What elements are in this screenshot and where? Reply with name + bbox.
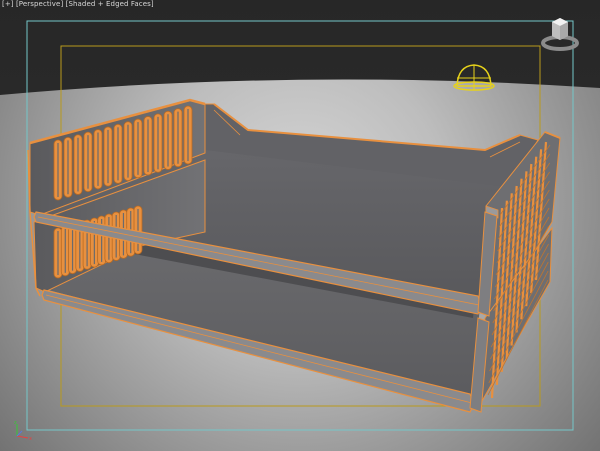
viewport-shading-label[interactable]: [Shaded + Edged Faces] (66, 0, 154, 8)
svg-text:x: x (29, 436, 32, 442)
viewport-label[interactable]: [+] [Perspective] [Shaded + Edged Faces] (2, 0, 154, 8)
viewport-scene[interactable]: z x (0, 0, 600, 451)
svg-text:z: z (14, 420, 17, 426)
perspective-viewport[interactable]: z x [+] [Perspective] [Shaded + Edged Fa… (0, 0, 600, 451)
viewport-view-label[interactable]: [Perspective] (16, 0, 63, 8)
viewcube-icon[interactable] (538, 14, 582, 54)
viewport-menu-label[interactable]: [+] (2, 0, 14, 8)
